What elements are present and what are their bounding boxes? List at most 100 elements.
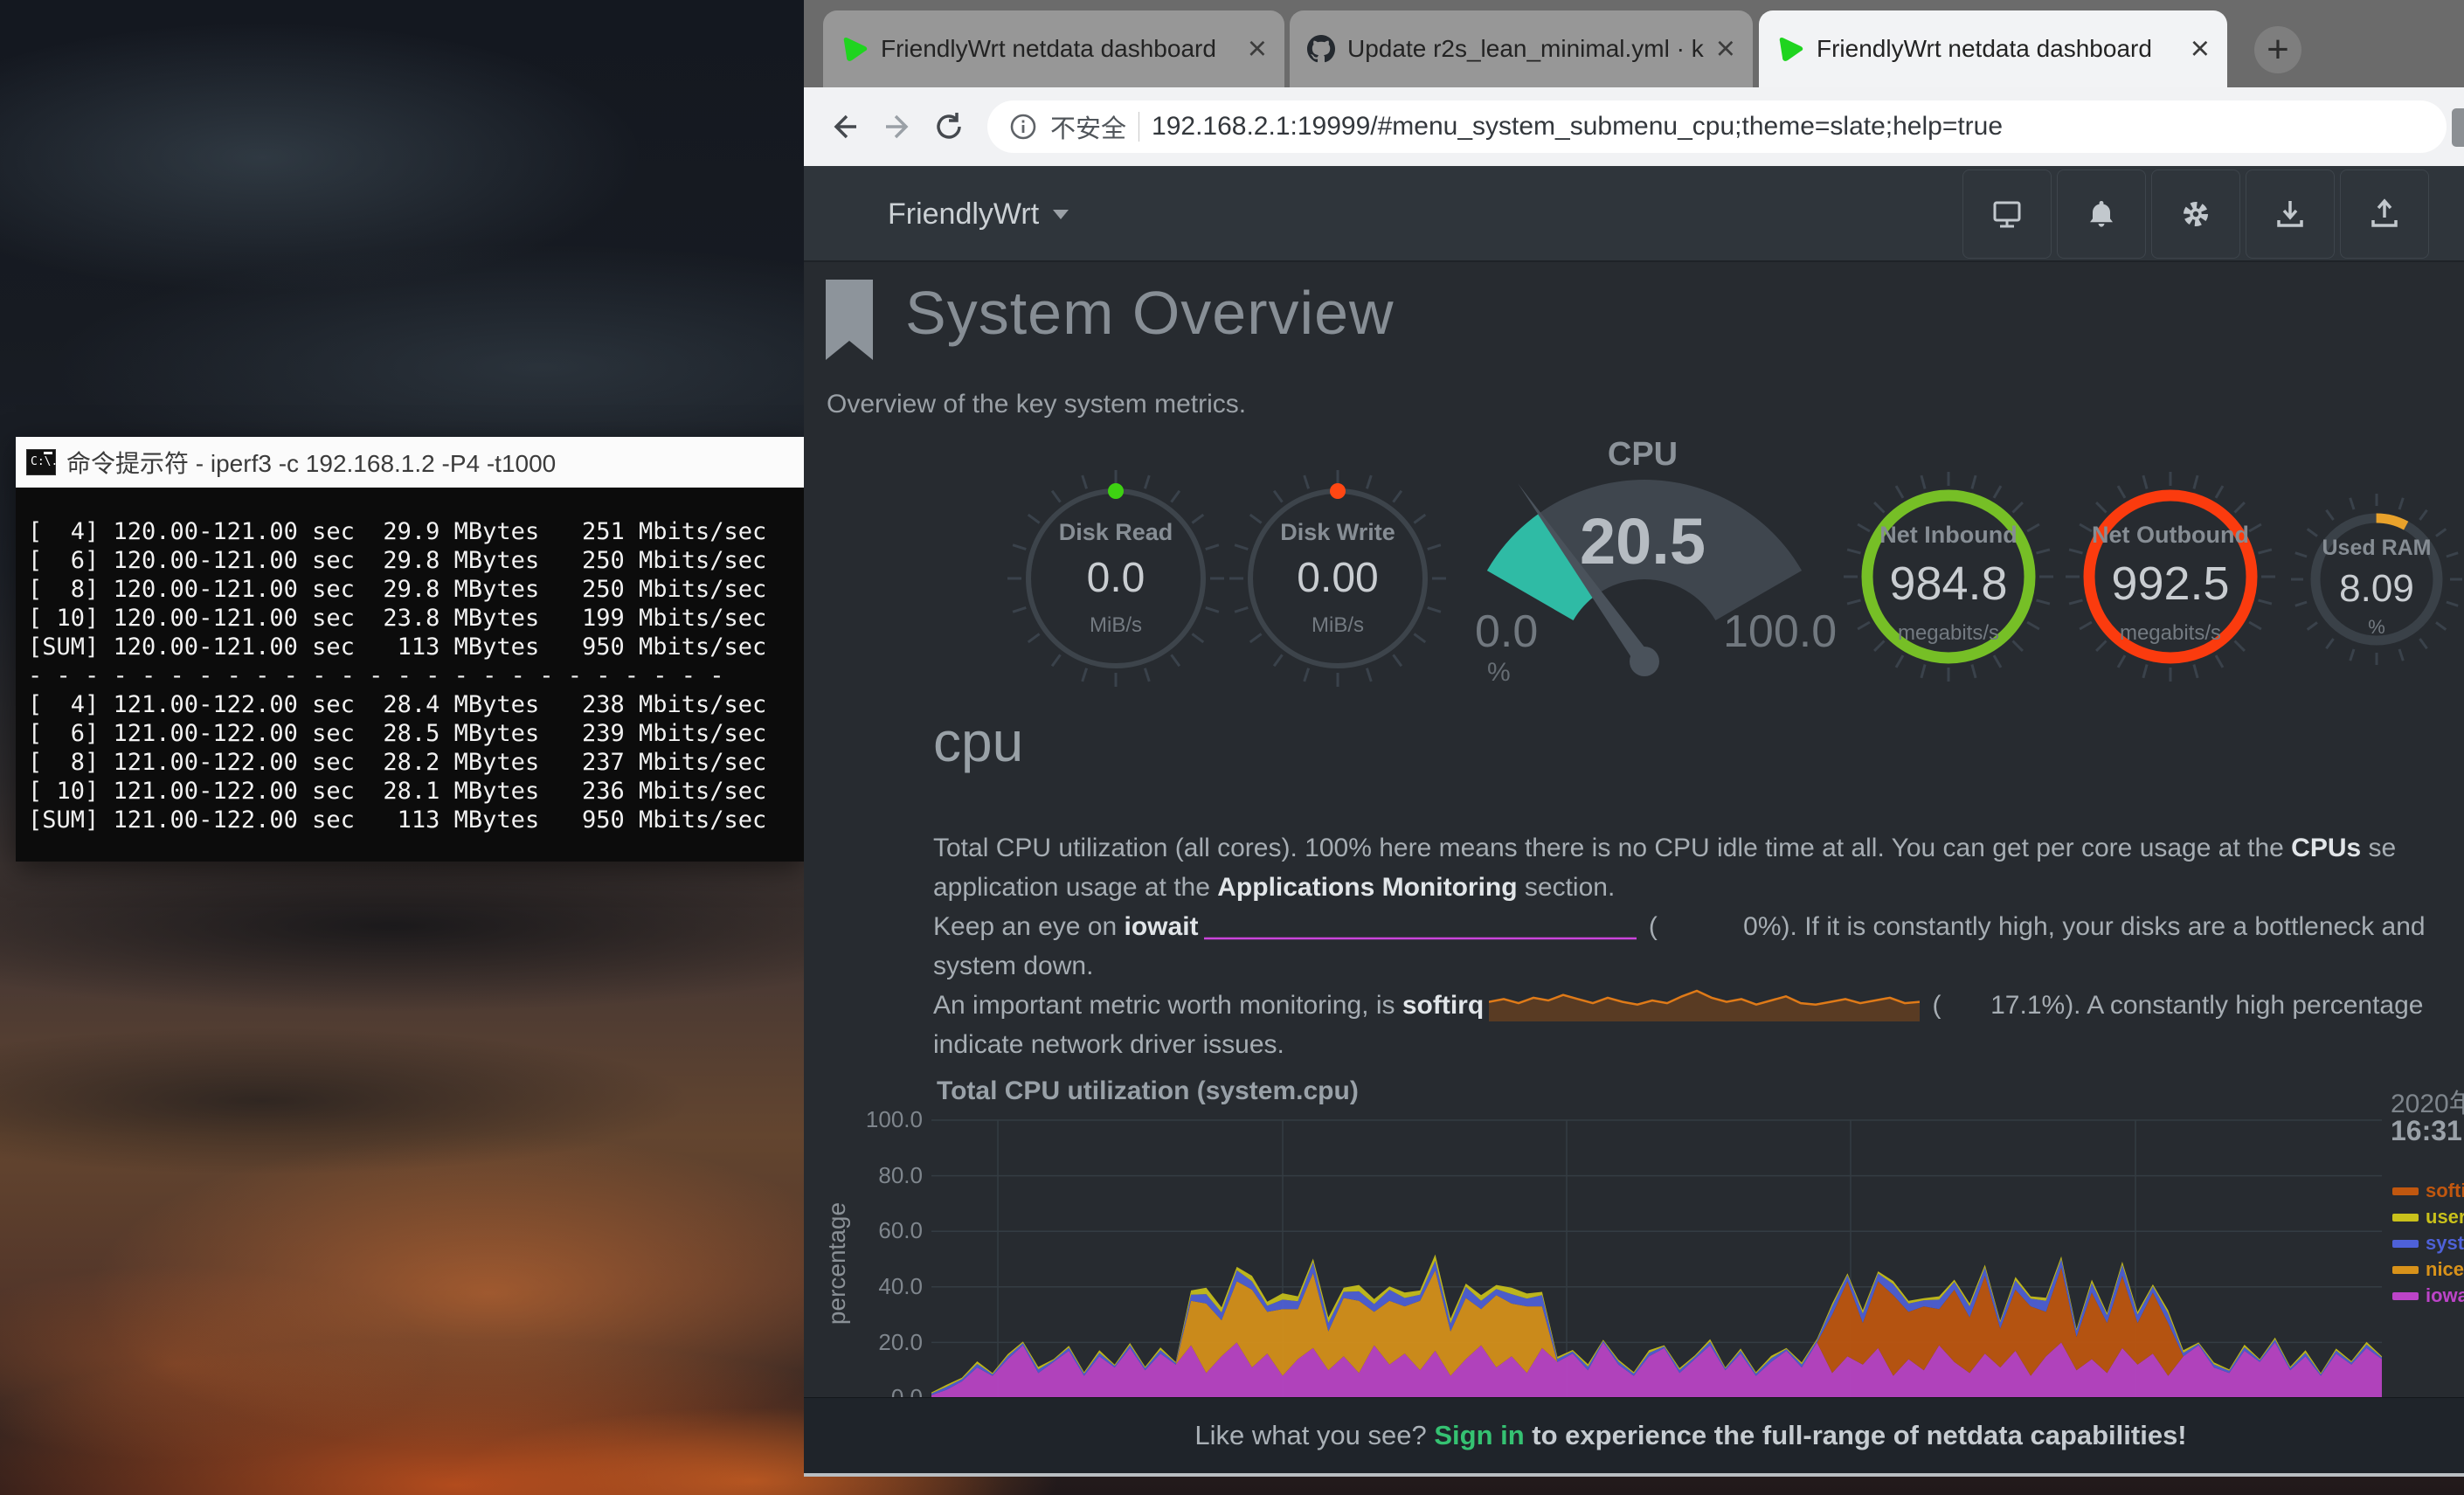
gauge-value: 984.8 bbox=[1831, 557, 2066, 611]
gauge-cpu[interactable]: CPU 20.5 0.0 100.0 % bbox=[1450, 433, 1835, 721]
tab-title: FriendlyWrt netdata dashboard bbox=[881, 35, 1235, 63]
gauge-label: Disk Write bbox=[1224, 519, 1451, 546]
gauge-disk-write[interactable]: Disk Write 0.00 MiB/s bbox=[1224, 465, 1451, 692]
gauge-used-ram[interactable]: Used RAM 8.09 % bbox=[2281, 483, 2464, 675]
legend-swatch bbox=[2392, 1292, 2419, 1300]
gauge-label: CPU bbox=[1450, 436, 1835, 474]
url-text[interactable]: 192.168.2.1:19999/#menu_system_submenu_c… bbox=[1152, 112, 2003, 142]
softirq-label: softirq bbox=[1402, 991, 1484, 1020]
legend-label: nice bbox=[2426, 1258, 2464, 1281]
gauge-unit: % bbox=[1487, 658, 1511, 688]
gauge-max: 100.0 bbox=[1723, 606, 1837, 658]
legend-item-nice[interactable]: nice bbox=[2392, 1258, 2464, 1281]
gauge-value: 8.09 bbox=[2281, 567, 2464, 611]
section-heading-cpu: cpu bbox=[933, 709, 1023, 774]
terminal-titlebar[interactable]: C:\. 命令提示符 - iperf3 -c 192.168.1.2 -P4 -… bbox=[16, 437, 804, 488]
text: Total CPU utilization (all cores). 100% … bbox=[933, 834, 2291, 862]
close-icon[interactable]: × bbox=[1716, 32, 1735, 66]
address-bar[interactable]: 不安全 192.168.2.1:19999/#menu_system_subme… bbox=[987, 100, 2447, 153]
terminal-line: [ 6] 121.00-122.00 sec 28.5 MBytes 239 M… bbox=[28, 719, 804, 748]
page-subtitle: Overview of the key system metrics. bbox=[827, 390, 1246, 419]
cpu-utilization-chart[interactable] bbox=[931, 1110, 2382, 1397]
y-tick: 40.0 bbox=[827, 1273, 923, 1300]
gauge-net-outbound[interactable]: Net Outbound 992.5 megabits/s bbox=[2052, 459, 2288, 695]
text: %). A constantly high percentage bbox=[2042, 991, 2424, 1020]
back-icon bbox=[827, 109, 862, 144]
reload-icon bbox=[932, 109, 967, 144]
terminal-line: [ 4] 120.00-121.00 sec 29.9 MBytes 251 M… bbox=[28, 517, 804, 546]
terminal-output[interactable]: [ 4] 120.00-121.00 sec 29.9 MBytes 251 M… bbox=[16, 488, 804, 862]
terminal-line: [SUM] 121.00-122.00 sec 113 MBytes 950 M… bbox=[28, 806, 804, 834]
gauge-min: 0.0 bbox=[1475, 606, 1538, 658]
browser-toolbar: 不安全 192.168.2.1:19999/#menu_system_subme… bbox=[804, 87, 2464, 166]
close-icon[interactable]: × bbox=[1248, 32, 1267, 66]
terminal-line: [ 6] 120.00-121.00 sec 29.8 MBytes 250 M… bbox=[28, 546, 804, 575]
legend-swatch bbox=[2392, 1214, 2419, 1222]
host-dropdown[interactable]: FriendlyWrt bbox=[888, 166, 1069, 262]
gauge-value: 20.5 bbox=[1450, 504, 1835, 578]
back-button[interactable] bbox=[823, 105, 867, 149]
softirq-sparkline[interactable] bbox=[1489, 986, 1920, 1022]
legend-label: iowait bbox=[2426, 1284, 2464, 1307]
legend-swatch bbox=[2392, 1187, 2419, 1195]
netdata-icon bbox=[841, 35, 869, 63]
legend-item-iowait[interactable]: iowait bbox=[2392, 1284, 2464, 1307]
tab-netdata-2-active[interactable]: FriendlyWrt netdata dashboard × bbox=[1759, 10, 2227, 87]
text: An important metric worth monitoring, is bbox=[933, 991, 1402, 1020]
clipped-extension-icon[interactable] bbox=[2452, 108, 2464, 147]
signin-text: Like what you see? bbox=[1194, 1420, 1434, 1450]
y-tick: 100.0 bbox=[827, 1106, 923, 1133]
terminal-window[interactable]: C:\. 命令提示符 - iperf3 -c 192.168.1.2 -P4 -… bbox=[16, 437, 804, 862]
info-icon bbox=[1008, 112, 1038, 142]
settings-button[interactable] bbox=[2151, 170, 2240, 259]
gauge-label: Net Outbound bbox=[2052, 522, 2288, 549]
cpus-link[interactable]: CPUs bbox=[2291, 834, 2361, 862]
text: section. bbox=[1518, 873, 1616, 902]
legend-item-system[interactable]: system bbox=[2392, 1232, 2464, 1255]
terminal-line: [ 10] 121.00-122.00 sec 28.1 MBytes 236 … bbox=[28, 777, 804, 806]
legend-item-user[interactable]: user bbox=[2392, 1206, 2464, 1229]
forward-button[interactable] bbox=[876, 105, 919, 149]
desktop: C:\. 命令提示符 - iperf3 -c 192.168.1.2 -P4 -… bbox=[0, 0, 2464, 1495]
bookmark-icon bbox=[826, 280, 873, 360]
close-icon[interactable]: × bbox=[2191, 32, 2210, 66]
iowait-label: iowait bbox=[1125, 912, 1199, 941]
tab-github[interactable]: Update r2s_lean_minimal.yml · k × bbox=[1290, 10, 1753, 87]
y-tick: 20.0 bbox=[827, 1329, 923, 1356]
legend-item-softirq[interactable]: softirq bbox=[2392, 1180, 2464, 1202]
security-label[interactable]: 不安全 bbox=[1050, 108, 1126, 145]
text: indicate network driver issues. bbox=[933, 1030, 1284, 1059]
legend-label: system bbox=[2426, 1232, 2464, 1255]
upload-icon bbox=[2367, 197, 2402, 232]
applications-monitoring-link[interactable]: Applications Monitoring bbox=[1217, 873, 1517, 902]
netdata-page: FriendlyWrt bbox=[804, 166, 2464, 1397]
forward-icon bbox=[880, 109, 915, 144]
gauge-unit: megabits/s bbox=[2052, 621, 2288, 646]
gauge-value: 0.00 bbox=[1224, 554, 1451, 602]
signin-link[interactable]: Sign in bbox=[1434, 1420, 1524, 1450]
chart-title: Total CPU utilization (system.cpu) bbox=[937, 1076, 1359, 1106]
terminal-line: - - - - - - - - - - - - - - - - - - - - … bbox=[28, 661, 804, 690]
reload-button[interactable] bbox=[928, 105, 972, 149]
terminal-title: 命令提示符 - iperf3 -c 192.168.1.2 -P4 -t1000 bbox=[66, 445, 556, 480]
y-tick: 60.0 bbox=[827, 1217, 923, 1244]
legend-label: user bbox=[2426, 1206, 2464, 1229]
iowait-sparkline[interactable] bbox=[1204, 910, 1637, 941]
gauge-net-inbound[interactable]: Net Inbound 984.8 megabits/s bbox=[1831, 459, 2066, 695]
cpu-description: Total CPU utilization (all cores). 100% … bbox=[933, 828, 2464, 1064]
tab-title: Update r2s_lean_minimal.yml · k bbox=[1347, 35, 1704, 63]
tab-netdata-1[interactable]: FriendlyWrt netdata dashboard × bbox=[823, 10, 1284, 87]
new-tab-button[interactable]: + bbox=[2254, 26, 2301, 73]
alarms-button[interactable] bbox=[2057, 170, 2146, 259]
print-dashboard-button[interactable] bbox=[1962, 170, 2052, 259]
gauge-unit: MiB/s bbox=[1224, 613, 1451, 638]
import-settings-button[interactable] bbox=[2246, 170, 2335, 259]
github-icon bbox=[1307, 35, 1335, 63]
signin-text: to experience the full-range of netdata … bbox=[1525, 1420, 2187, 1450]
gauge-unit: MiB/s bbox=[1002, 613, 1229, 638]
netdata-icon bbox=[1776, 35, 1804, 63]
bell-icon bbox=[2084, 197, 2119, 232]
text: Keep an eye on bbox=[933, 912, 1125, 941]
export-settings-button[interactable] bbox=[2340, 170, 2429, 259]
gauge-disk-read[interactable]: Disk Read 0.0 MiB/s bbox=[1002, 465, 1229, 692]
